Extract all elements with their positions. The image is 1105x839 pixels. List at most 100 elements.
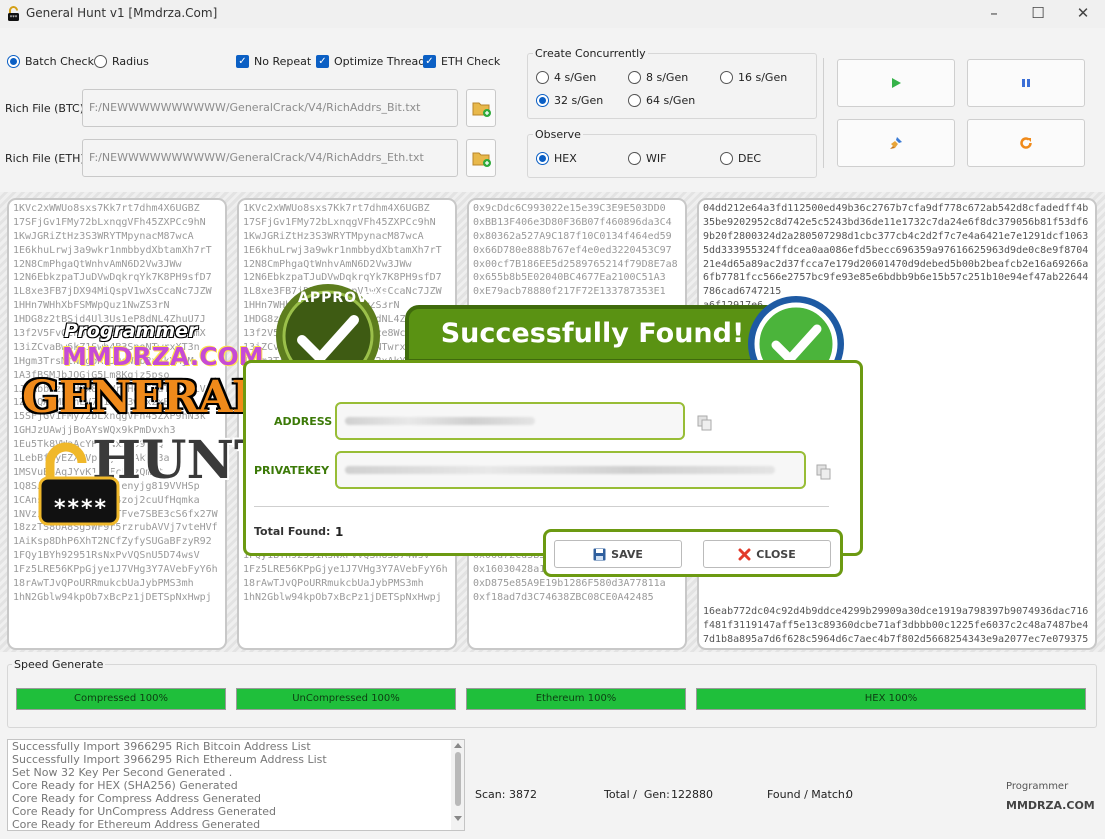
minimize-icon[interactable]: –: [971, 0, 1017, 28]
observe-wif-label: WIF: [646, 152, 667, 165]
rich-file-eth-input[interactable]: F:/NEWWWWWWWWWW/GeneralCrack/V4/RichAddr…: [82, 139, 458, 177]
speed-4-radio[interactable]: 4 s/Gen: [536, 71, 596, 84]
eth-check-label: ETH Check: [441, 55, 501, 68]
browse-btc-button[interactable]: [466, 89, 496, 127]
hex-progress: HEX 100%: [696, 688, 1086, 710]
log-box[interactable]: Successfully Import 3966295 Rich Bitcoin…: [7, 739, 465, 831]
list-item: 6fb7781fcc566e2757bc9fe93e85e6bdbb9b6e15…: [703, 272, 1089, 284]
rich-file-btc-input[interactable]: F:/NEWWWWWWWWWW/GeneralCrack/V4/RichAddr…: [82, 89, 458, 127]
observe-dec-label: DEC: [738, 152, 762, 165]
maximize-icon[interactable]: ☐: [1015, 0, 1061, 28]
total-found-value: 1: [335, 525, 344, 539]
start-button[interactable]: [837, 59, 955, 107]
radio-indicator: [628, 152, 641, 165]
log-line: Successfully Import 3966295 Rich Bitcoin…: [12, 740, 311, 753]
blurred-value: [345, 466, 775, 474]
radio-indicator: [536, 152, 549, 165]
eth-check-checkbox[interactable]: ✓ ETH Check: [423, 55, 500, 68]
reset-button[interactable]: [967, 119, 1085, 167]
list-item: 04dd212e64a3fd112500ed49b36c2767b7cfa9df…: [703, 203, 1089, 214]
batch-check-radio[interactable]: Batch Check: [7, 55, 94, 68]
close-x-icon: [738, 548, 751, 560]
divider: [254, 506, 829, 507]
log-line: Core Ready for Ethereum Address Generate…: [12, 818, 261, 831]
create-concurrently-title: Create Concurrently: [533, 47, 648, 60]
optimize-thread-label: Optimize Thread: [334, 55, 426, 68]
list-item: 1KVc2xWWUo8sxs7Kk7rt7dhm4X6UGBZ: [243, 203, 430, 214]
close-label: CLOSE: [756, 547, 796, 561]
save-button[interactable]: SAVE: [554, 540, 682, 568]
list-item: 0xf18ad7d3C74638ZBC08CE0A42485: [473, 591, 654, 603]
list-item: 0xBB13F406e3D80F36B07f460896da3C4: [473, 216, 672, 228]
batch-check-label: Batch Check: [25, 55, 94, 68]
title-bar: *** General Hunt v1 [Mmdrza.Com] – ☐ ✕: [0, 0, 1105, 28]
list-item: 1KwJGRiZtHz3S3WRYTMpynacM87wcA: [13, 230, 194, 242]
log-scrollbar[interactable]: [451, 740, 464, 830]
ethereum-progress: Ethereum 100%: [466, 688, 686, 710]
no-repeat-label: No Repeat: [254, 55, 312, 68]
speed-32-radio[interactable]: 32 s/Gen: [536, 94, 603, 107]
list-item: 1Fz5LRE56KPpGjye1J7VHg3Y7AVebFyY6h: [243, 564, 448, 576]
radio-indicator: [94, 55, 107, 68]
radio-indicator: [628, 94, 641, 107]
list-item: 17SFjGv1FMy72bLxnqgVFh45ZXPCc9hN: [243, 216, 436, 228]
banner-text: Successfully Found!: [440, 318, 745, 349]
close-button[interactable]: CLOSE: [703, 540, 831, 568]
scan-label: Scan:: [475, 788, 506, 801]
refresh-icon: [1020, 137, 1032, 149]
clear-brush-icon: [890, 137, 902, 149]
total-gen-label: Total / Gen:: [604, 788, 670, 801]
speed-16-label: 16 s/Gen: [738, 71, 788, 84]
observe-title: Observe: [533, 128, 583, 141]
speed-8-radio[interactable]: 8 s/Gen: [628, 71, 688, 84]
list-item: 1hN2Gblw94kpOb7xBcPz1jDETSpNxHwpj: [243, 591, 442, 603]
total-found-label: Total Found:: [254, 525, 331, 538]
observe-dec-radio[interactable]: DEC: [720, 152, 761, 165]
blurred-value: [345, 417, 535, 425]
logo-site: MMDRZA.COM: [62, 342, 264, 371]
found-privatekey-field[interactable]: [335, 451, 806, 489]
pause-button[interactable]: [967, 59, 1085, 107]
speed-16-radio[interactable]: 16 s/Gen: [720, 71, 787, 84]
copy-icon[interactable]: [816, 464, 832, 480]
total-gen-value: 122880: [671, 788, 713, 801]
save-label: SAVE: [611, 547, 643, 561]
found-match-value: 0: [846, 788, 853, 801]
speed-8-label: 8 s/Gen: [646, 71, 689, 84]
no-repeat-checkbox[interactable]: ✓ No Repeat: [236, 55, 311, 68]
list-item: [703, 577, 1091, 591]
divider: [823, 58, 824, 168]
browse-eth-button[interactable]: [466, 139, 496, 177]
general-hunt-logo: Programmer MMDRZA.COM GENERAL HUNT ****: [22, 320, 273, 530]
check-icon: ✓: [236, 55, 249, 68]
radio-indicator: [720, 152, 733, 165]
speed-64-radio[interactable]: 64 s/Gen: [628, 94, 695, 107]
list-item: 1hN2Gblw94kpOb7xBcPz1jDETSpNxHwpj: [13, 591, 212, 603]
found-address-field[interactable]: [335, 402, 685, 440]
programmer-label: Programmer: [1006, 781, 1069, 792]
radius-radio[interactable]: Radius: [94, 55, 149, 68]
list-item: 0xD875e85A9E19b1286F580d3A77811a: [473, 578, 666, 590]
log-line: Set Now 32 Key Per Second Generated .: [12, 766, 233, 779]
list-item: 0x00cf7B186EE5d2589765214f79D8E7a8: [473, 258, 678, 270]
uncompressed-progress: UnCompressed 100%: [236, 688, 456, 710]
observe-wif-radio[interactable]: WIF: [628, 152, 666, 165]
observe-hex-label: HEX: [554, 152, 577, 165]
list-item: 0x66D780e888b767ef4e0ed3220453C97: [473, 244, 672, 256]
list-item: 1KwJGRiZtHz3S3WRYTMpynacM87wcA: [243, 230, 424, 242]
optimize-thread-checkbox[interactable]: ✓ Optimize Thread: [316, 55, 425, 68]
clear-button[interactable]: [837, 119, 955, 167]
found-dialog: ADDRESS PRIVATEKEY Total Found: 1: [243, 360, 863, 556]
log-line: Core Ready for UnCompress Address Genera…: [12, 805, 277, 818]
list-item: 1Fz5LRE56KPpGjye1J7VHg3Y7AVebFyY6h: [13, 564, 218, 576]
address-label: ADDRESS: [274, 415, 333, 428]
observe-hex-radio[interactable]: HEX: [536, 152, 577, 165]
list-item: 1L8xe3FB7jDX94MiQspV1wXsCcaNc7JZW: [13, 286, 212, 298]
copy-icon[interactable]: [697, 415, 713, 431]
close-icon[interactable]: ✕: [1060, 0, 1105, 28]
list-item: 0x80362a527A9C187f10C0134f464ed59: [473, 230, 672, 242]
rich-file-btc-label: Rich File (BTC): [5, 102, 85, 115]
badge-text: APPROVED: [298, 290, 392, 306]
list-item: 12N8CmPhgaQtWnhvAmN6D2Vw3JWw: [243, 258, 412, 270]
radio-indicator: [720, 71, 733, 84]
